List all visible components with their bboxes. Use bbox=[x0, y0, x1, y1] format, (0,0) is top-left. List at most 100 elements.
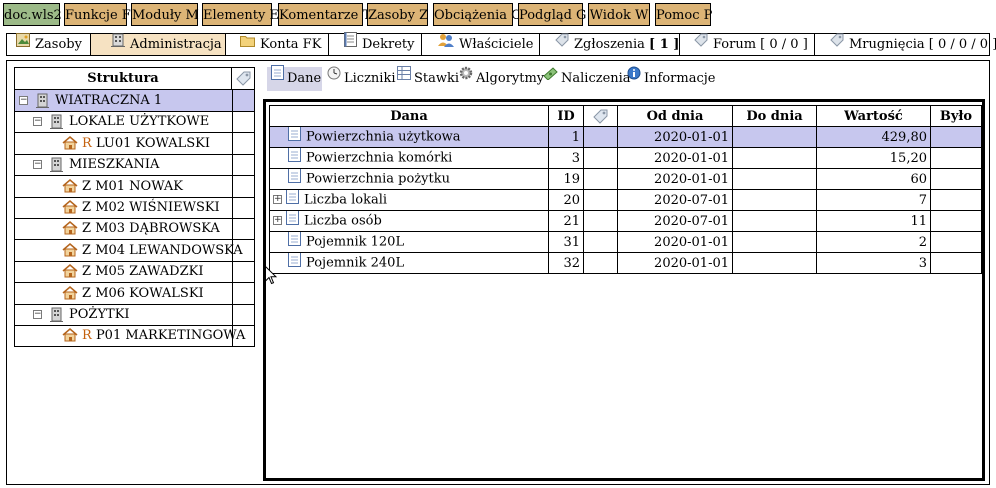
menu-podglad[interactable]: Podgląd G bbox=[518, 3, 586, 26]
tree-node[interactable]: Z M02 WIŚNIEWSKI bbox=[15, 197, 254, 219]
menu-funkcje[interactable]: Funkcje F bbox=[64, 3, 131, 26]
main-tabs: Zasoby Administracja Konta FK Dekrety Wł… bbox=[6, 32, 996, 56]
cell-wartosc: 429,80 bbox=[816, 126, 931, 148]
col-bylo[interactable]: Było bbox=[930, 105, 982, 127]
gear-icon bbox=[459, 65, 473, 89]
tree-node[interactable]: − WIATRACZNA 1 bbox=[15, 90, 254, 112]
tree-node[interactable]: − LOKALE UŻYTKOWE bbox=[15, 111, 254, 134]
subtab-label: Dane bbox=[287, 71, 322, 86]
subtab-naliczenia[interactable]: Naliczenia bbox=[541, 67, 631, 91]
tree-node-prefix: Z bbox=[82, 285, 92, 301]
tree-node-text: MIESZKANIA bbox=[69, 157, 160, 173]
cell-dana[interactable]: Pojemnik 120L bbox=[269, 231, 549, 253]
table-row[interactable]: Pojemnik 240L 32 2020-01-01 3 bbox=[269, 252, 982, 274]
menu-obciazenia[interactable]: Obciążenia O bbox=[433, 3, 522, 26]
expand-icon[interactable]: + bbox=[273, 194, 282, 204]
tab-dekrety[interactable]: Dekrety bbox=[329, 32, 422, 55]
cell-wartosc: 2 bbox=[816, 231, 931, 253]
data-table: Dana ID Od dnia Do dnia Wartość Było Pow… bbox=[269, 105, 982, 274]
tab-zgloszenia[interactable]: Zgłoszenia [ 1 ] bbox=[540, 33, 680, 55]
tree-node[interactable]: − MIESZKANIA bbox=[15, 154, 254, 177]
document-icon bbox=[288, 253, 301, 272]
tab-forum[interactable]: Forum [ 0 / 0 ] bbox=[680, 33, 815, 55]
tag-icon[interactable] bbox=[232, 68, 254, 89]
tree-node-text: M05 ZAWADZKI bbox=[95, 264, 204, 280]
table-row[interactable]: Powierzchnia pożytku 19 2020-01-01 60 bbox=[269, 168, 982, 190]
menu-doc[interactable]: doc.wls2 bbox=[3, 3, 62, 26]
cell-od-dnia: 2020-01-01 bbox=[617, 168, 733, 190]
tab-zasoby[interactable]: Zasoby bbox=[7, 32, 91, 55]
cell-bylo bbox=[930, 210, 982, 232]
cell-id: 32 bbox=[548, 252, 584, 274]
menu-komentarze[interactable]: Komentarze T bbox=[278, 3, 371, 26]
subtab-label: Liczniki bbox=[344, 71, 396, 86]
tree-node-text: LU01 KOWALSKI bbox=[95, 135, 210, 151]
tree-node-prefix: Z bbox=[82, 178, 92, 194]
tree-node[interactable]: Z M06 KOWALSKI bbox=[15, 282, 254, 305]
tab-konta-fk[interactable]: Konta FK bbox=[226, 34, 329, 55]
expand-icon[interactable]: + bbox=[273, 215, 282, 225]
tree-node[interactable]: R P01 MARKETINGOWA bbox=[15, 325, 254, 348]
tree-node[interactable]: R LU01 KOWALSKI bbox=[15, 132, 254, 155]
tree-node[interactable]: Z M03 DĄBROWSKA bbox=[15, 218, 254, 241]
collapse-icon[interactable]: − bbox=[33, 117, 42, 127]
table-row[interactable]: Pojemnik 120L 31 2020-01-01 2 bbox=[269, 231, 982, 253]
cell-dana[interactable]: Powierzchnia pożytku bbox=[269, 168, 549, 190]
menu-pomoc[interactable]: Pomoc P bbox=[655, 3, 712, 26]
tree-node-text: M03 DĄBROWSKA bbox=[95, 221, 220, 237]
table-row[interactable]: Powierzchnia komórki 3 2020-01-01 15,20 bbox=[269, 147, 982, 169]
cell-wartosc: 7 bbox=[816, 189, 931, 211]
tag-icon bbox=[593, 109, 608, 124]
tree-node-label: R LU01 KOWALSKI bbox=[82, 133, 210, 154]
tree-node-prefix: Z bbox=[82, 221, 92, 237]
col-do-dnia[interactable]: Do dnia bbox=[732, 105, 817, 127]
col-id[interactable]: ID bbox=[548, 105, 584, 127]
collapse-icon[interactable]: − bbox=[33, 310, 42, 319]
tree-node-prefix: R bbox=[82, 135, 92, 151]
col-tag[interactable] bbox=[583, 105, 618, 127]
top-menu-bar: doc.wls2 Funkcje F Moduły M Elementy E K… bbox=[0, 0, 996, 30]
tree-node[interactable]: Z M01 NOWAK bbox=[15, 175, 254, 198]
tab-mrugniecia[interactable]: Mrugnięcia [ 0 / 0 / 0 ] bbox=[815, 33, 996, 55]
collapse-icon[interactable]: − bbox=[19, 96, 28, 105]
tree-node-label: Z M01 NOWAK bbox=[82, 176, 183, 197]
tab-label: Dekrety bbox=[362, 37, 415, 52]
subtab-dane[interactable]: Dane bbox=[267, 65, 322, 91]
table-row[interactable]: + Liczba lokali 20 2020-07-01 7 bbox=[269, 189, 982, 211]
subtab-algorytmy[interactable]: Algorytmy bbox=[457, 65, 544, 91]
document-icon bbox=[344, 32, 357, 54]
table-row[interactable]: + Liczba osób 21 2020-07-01 11 bbox=[269, 210, 982, 232]
cell-dana[interactable]: + Liczba osób bbox=[269, 210, 549, 232]
collapse-icon[interactable]: − bbox=[33, 160, 42, 170]
menu-zasoby[interactable]: Zasoby Z bbox=[367, 3, 428, 26]
cell-bylo bbox=[930, 252, 982, 274]
menu-widok[interactable]: Widok W bbox=[588, 3, 650, 26]
subtab-stawki[interactable]: Stawki bbox=[395, 66, 459, 91]
subtab-liczniki[interactable]: Liczniki bbox=[325, 66, 396, 91]
cell-dana[interactable]: Powierzchnia użytkowa bbox=[269, 126, 549, 148]
image-icon bbox=[16, 32, 30, 54]
cell-do-dnia bbox=[732, 252, 817, 274]
tab-administracja[interactable]: Administracja bbox=[91, 33, 226, 55]
cell-dana[interactable]: + Liczba lokali bbox=[269, 189, 549, 211]
tree-node-prefix: Z bbox=[82, 264, 92, 280]
tree-node[interactable]: Z M05 ZAWADZKI bbox=[15, 261, 254, 284]
col-wartosc[interactable]: Wartość bbox=[816, 105, 931, 127]
cell-do-dnia bbox=[732, 126, 817, 148]
col-od-dnia[interactable]: Od dnia bbox=[617, 105, 733, 127]
tree-node-text: M04 LEWANDOWSKA bbox=[95, 242, 243, 258]
tree-node[interactable]: − POŻYTKI bbox=[15, 304, 254, 326]
subtab-informacje[interactable]: Informacje bbox=[625, 66, 715, 91]
cell-wartosc: 11 bbox=[816, 210, 931, 232]
tree-header-title: Struktura bbox=[15, 68, 232, 89]
menu-moduly[interactable]: Moduły M bbox=[131, 3, 199, 26]
table-body: Powierzchnia użytkowa 1 2020-01-01 429,80 Po… bbox=[269, 126, 982, 274]
cell-dana[interactable]: Pojemnik 240L bbox=[269, 252, 549, 274]
cell-dana[interactable]: Powierzchnia komórki bbox=[269, 147, 549, 169]
col-dana[interactable]: Dana bbox=[269, 105, 549, 127]
table-row[interactable]: Powierzchnia użytkowa 1 2020-01-01 429,80 bbox=[269, 126, 982, 148]
menu-elementy[interactable]: Elementy E bbox=[202, 3, 279, 26]
tab-wlasciciele[interactable]: Właściciele bbox=[422, 33, 540, 55]
tree-node-text: WIATRACZNA 1 bbox=[55, 93, 163, 108]
tree-node[interactable]: Z M04 LEWANDOWSKA bbox=[15, 239, 254, 262]
